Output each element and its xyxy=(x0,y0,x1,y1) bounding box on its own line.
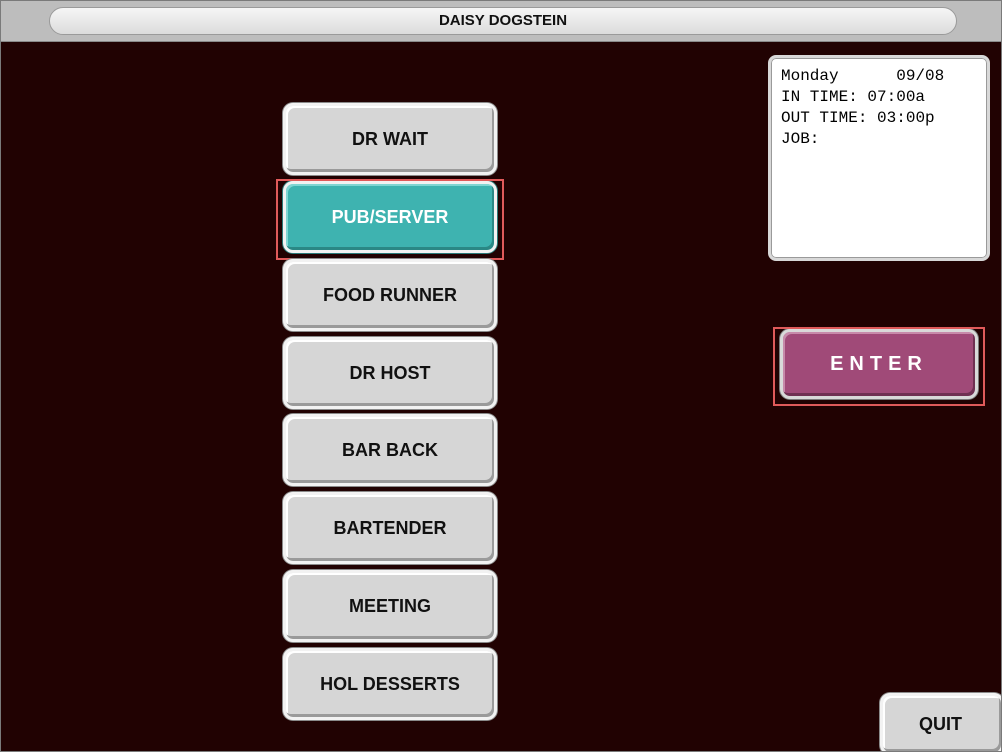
job-button-hol-desserts[interactable]: HOL DESSERTS xyxy=(283,648,497,720)
title-bar: DAISY DOGSTEIN xyxy=(1,1,1001,42)
job-label: JOB: xyxy=(781,130,820,148)
enter-button[interactable]: ENTER xyxy=(780,329,978,399)
in-time-value: 07:00a xyxy=(867,88,926,106)
employee-name: DAISY DOGSTEIN xyxy=(49,7,957,35)
job-button-dr-wait[interactable]: DR WAIT xyxy=(283,103,497,175)
job-button-dr-host[interactable]: DR HOST xyxy=(283,337,497,409)
shift-info-panel: Monday 09/08 IN TIME: 07:00a OUT TIME: 0… xyxy=(768,55,990,261)
in-time-label: IN TIME: xyxy=(781,88,858,106)
job-button-meeting[interactable]: MEETING xyxy=(283,570,497,642)
job-button-bartender[interactable]: BARTENDER xyxy=(283,492,497,564)
job-button-bar-back[interactable]: BAR BACK xyxy=(283,414,497,486)
timeclock-window: DAISY DOGSTEIN DR WAIT PUB/SERVER FOOD R… xyxy=(0,0,1002,752)
job-row: JOB: xyxy=(781,129,977,150)
out-time-value: 03:00p xyxy=(877,109,935,127)
shift-day-row: Monday 09/08 xyxy=(781,66,977,87)
in-time-row: IN TIME: 07:00a xyxy=(781,87,977,108)
out-time-row: OUT TIME: 03:00p xyxy=(781,108,977,129)
shift-date: 09/08 xyxy=(896,67,945,85)
job-button-food-runner[interactable]: FOOD RUNNER xyxy=(283,259,497,331)
quit-button[interactable]: QUIT xyxy=(880,693,1001,751)
job-button-pub-server[interactable]: PUB/SERVER xyxy=(283,181,497,253)
shift-day: Monday xyxy=(781,67,839,85)
out-time-label: OUT TIME: xyxy=(781,109,868,127)
